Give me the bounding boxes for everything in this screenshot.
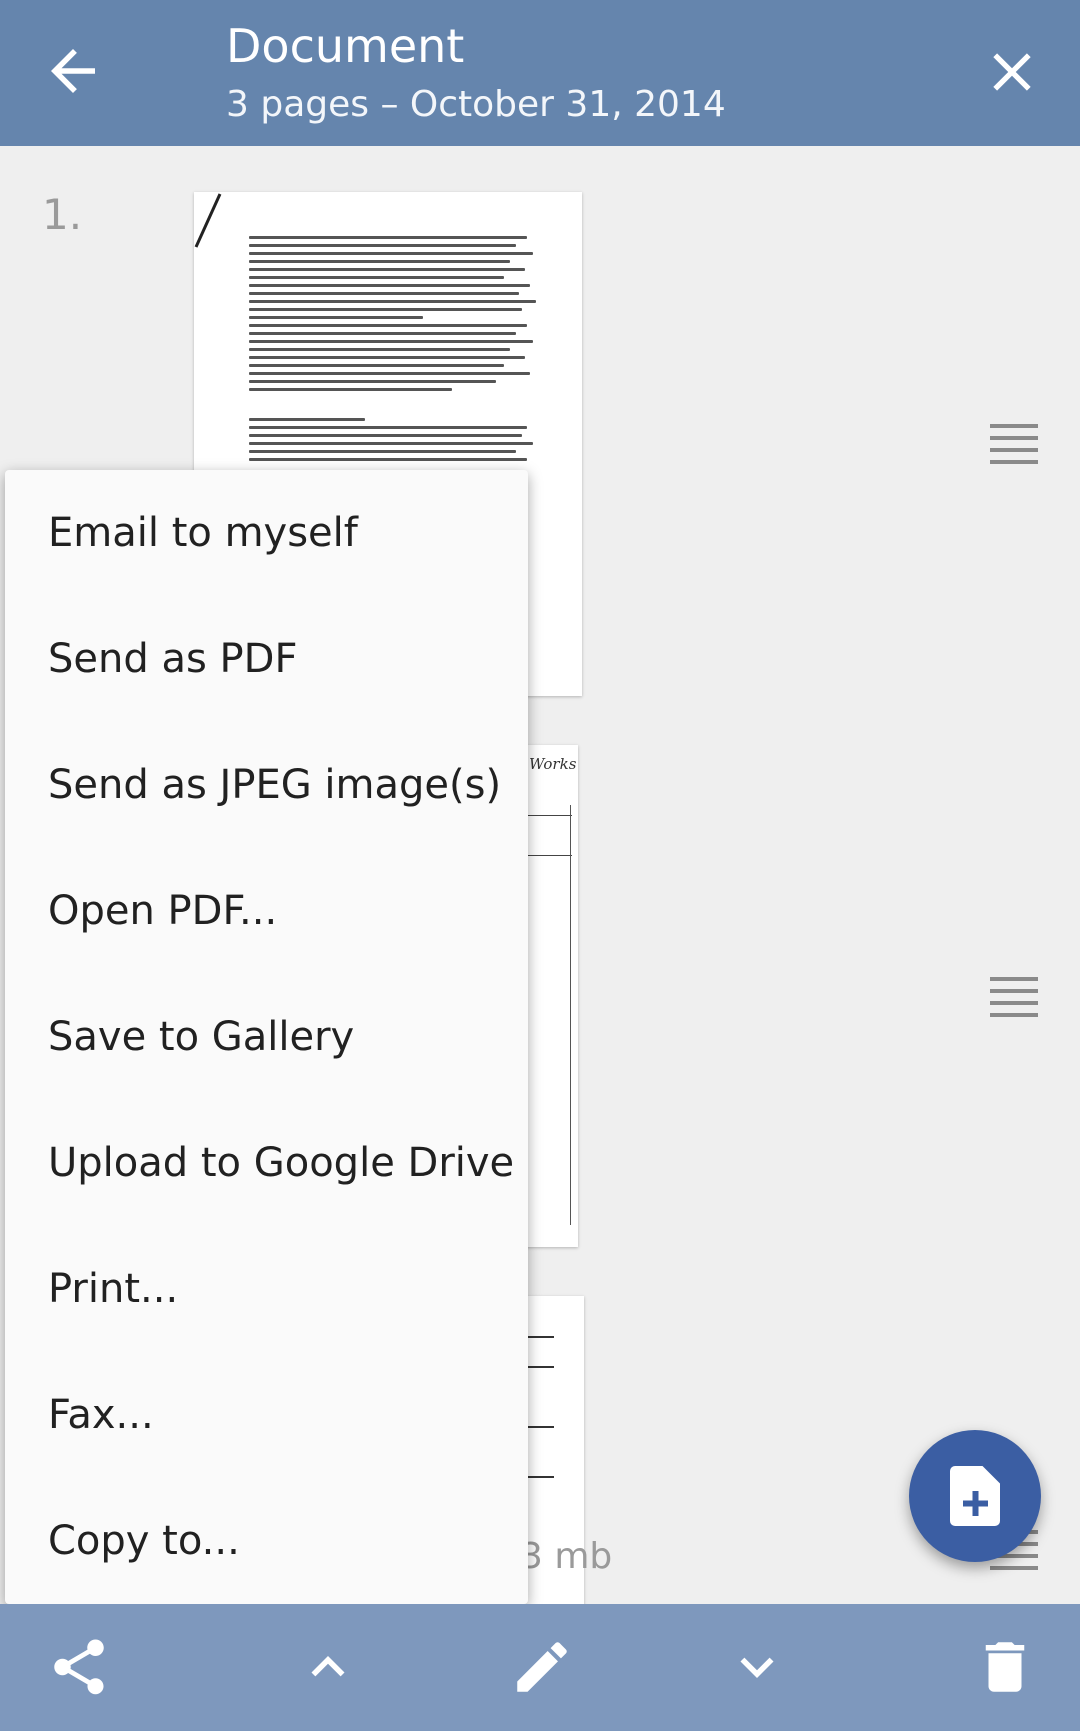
edit-icon[interactable]	[509, 1634, 575, 1700]
chevron-up-icon[interactable]	[295, 1634, 361, 1700]
menu-item-email-to-myself[interactable]: Email to myself	[5, 470, 528, 596]
menu-item-send-as-jpeg[interactable]: Send as JPEG image(s)	[5, 722, 528, 848]
form-border	[570, 805, 571, 1225]
music-staff-line	[524, 1476, 554, 1478]
drag-handle-icon[interactable]	[990, 977, 1038, 1017]
add-document-button[interactable]	[909, 1430, 1041, 1562]
menu-item-save-to-gallery[interactable]: Save to Gallery	[5, 974, 528, 1100]
delete-icon[interactable]	[972, 1634, 1038, 1700]
music-staff-line	[524, 1366, 554, 1368]
share-icon[interactable]	[46, 1634, 112, 1700]
bottom-toolbar	[0, 1604, 1080, 1731]
page-subtitle: 3 pages – October 31, 2014	[226, 84, 726, 125]
page-title: Document	[226, 19, 465, 73]
drag-handle-icon[interactable]	[990, 424, 1038, 464]
menu-item-copy-to[interactable]: Copy to...	[5, 1478, 528, 1604]
menu-item-open-pdf[interactable]: Open PDF...	[5, 848, 528, 974]
thumbnail-header-text: Works	[529, 755, 577, 773]
menu-item-fax[interactable]: Fax...	[5, 1352, 528, 1478]
app-bar: Document 3 pages – October 31, 2014	[0, 0, 1080, 146]
form-line	[524, 815, 572, 816]
music-staff-line	[524, 1336, 554, 1338]
menu-item-print[interactable]: Print...	[5, 1226, 528, 1352]
share-menu: Email to myself Send as PDF Send as JPEG…	[5, 470, 528, 1604]
close-icon[interactable]	[980, 40, 1044, 104]
chevron-down-icon[interactable]	[724, 1634, 790, 1700]
add-document-icon	[950, 1466, 1000, 1526]
form-line	[524, 855, 572, 856]
file-size-label: 3 mb	[520, 1536, 613, 1577]
menu-item-upload-google-drive[interactable]: Upload to Google Drive	[5, 1100, 528, 1226]
menu-item-send-as-pdf[interactable]: Send as PDF	[5, 596, 528, 722]
arrow-back-icon[interactable]	[40, 38, 106, 104]
pen-mark	[194, 193, 222, 248]
music-staff-line	[524, 1426, 554, 1428]
page-number: 1.	[42, 190, 83, 239]
document-screen: Document 3 pages – October 31, 2014 1. W…	[0, 0, 1080, 1731]
document-text-lines	[249, 236, 539, 466]
